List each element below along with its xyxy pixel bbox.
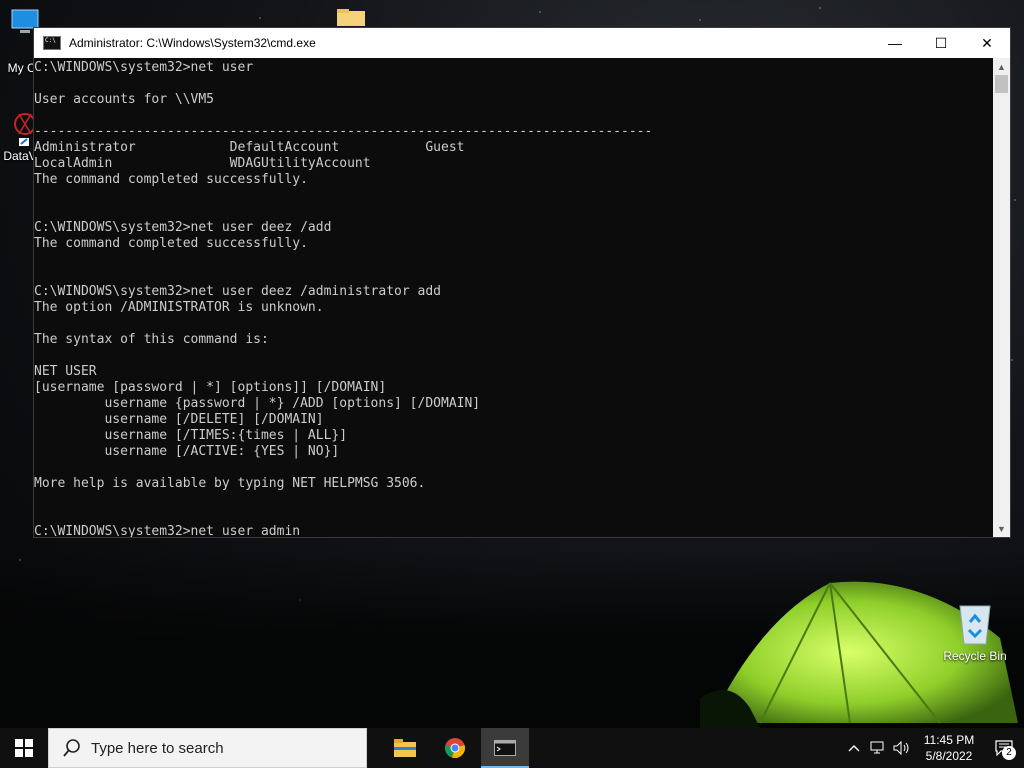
console-output[interactable]: C:\WINDOWS\system32>net user User accoun… bbox=[34, 58, 993, 537]
windows-logo-icon bbox=[15, 739, 33, 757]
file-explorer-icon bbox=[394, 739, 416, 757]
scroll-thumb[interactable] bbox=[995, 75, 1008, 93]
start-button[interactable] bbox=[0, 728, 48, 768]
desktop-icon-label: Recycle Bin bbox=[943, 649, 1007, 663]
app-shortcut-icon bbox=[14, 113, 36, 146]
recycle-bin-icon bbox=[959, 605, 991, 645]
notification-count-badge: 2 bbox=[1002, 746, 1016, 760]
cmd-icon bbox=[43, 36, 61, 50]
taskbar-file-explorer[interactable] bbox=[381, 728, 429, 768]
volume-icon[interactable] bbox=[890, 728, 914, 768]
scroll-up-button[interactable]: ▲ bbox=[993, 58, 1010, 75]
network-icon[interactable] bbox=[866, 728, 890, 768]
desktop-icon-recycle-bin[interactable]: Recycle Bin bbox=[940, 600, 1010, 663]
search-placeholder: Type here to search bbox=[91, 739, 224, 757]
console-text: C:\WINDOWS\system32>net user User accoun… bbox=[34, 60, 653, 537]
cmd-window[interactable]: Administrator: C:\Windows\System32\cmd.e… bbox=[33, 27, 1011, 538]
chevron-up-icon[interactable] bbox=[842, 728, 866, 768]
taskbar-search-box[interactable]: Type here to search bbox=[48, 728, 367, 768]
scroll-down-button[interactable]: ▼ bbox=[993, 520, 1010, 537]
taskbar-cmd[interactable] bbox=[481, 728, 529, 768]
vertical-scrollbar[interactable]: ▲ ▼ bbox=[993, 58, 1010, 537]
clock-date: 5/8/2022 bbox=[925, 749, 973, 763]
chrome-icon bbox=[445, 738, 465, 758]
taskbar-clock[interactable]: 11:45 PM 5/8/2022 bbox=[914, 732, 984, 764]
taskbar: Type here to search 11:45 PM 5/8/2022 2 bbox=[0, 728, 1024, 768]
cmd-icon bbox=[494, 740, 516, 756]
desktop-icon-folder[interactable] bbox=[334, 8, 368, 29]
window-title: Administrator: C:\Windows\System32\cmd.e… bbox=[69, 36, 316, 50]
close-button[interactable]: ✕ bbox=[964, 28, 1010, 58]
action-center-button[interactable]: 2 bbox=[984, 728, 1024, 768]
maximize-button[interactable]: ☐ bbox=[918, 28, 964, 58]
minimize-button[interactable]: — bbox=[872, 28, 918, 58]
system-tray: 11:45 PM 5/8/2022 2 bbox=[842, 728, 1024, 768]
taskbar-chrome[interactable] bbox=[431, 728, 479, 768]
folder-icon bbox=[337, 9, 365, 26]
window-titlebar[interactable]: Administrator: C:\Windows\System32\cmd.e… bbox=[34, 28, 1010, 58]
clock-time: 11:45 PM bbox=[923, 733, 975, 747]
search-icon bbox=[63, 739, 80, 757]
